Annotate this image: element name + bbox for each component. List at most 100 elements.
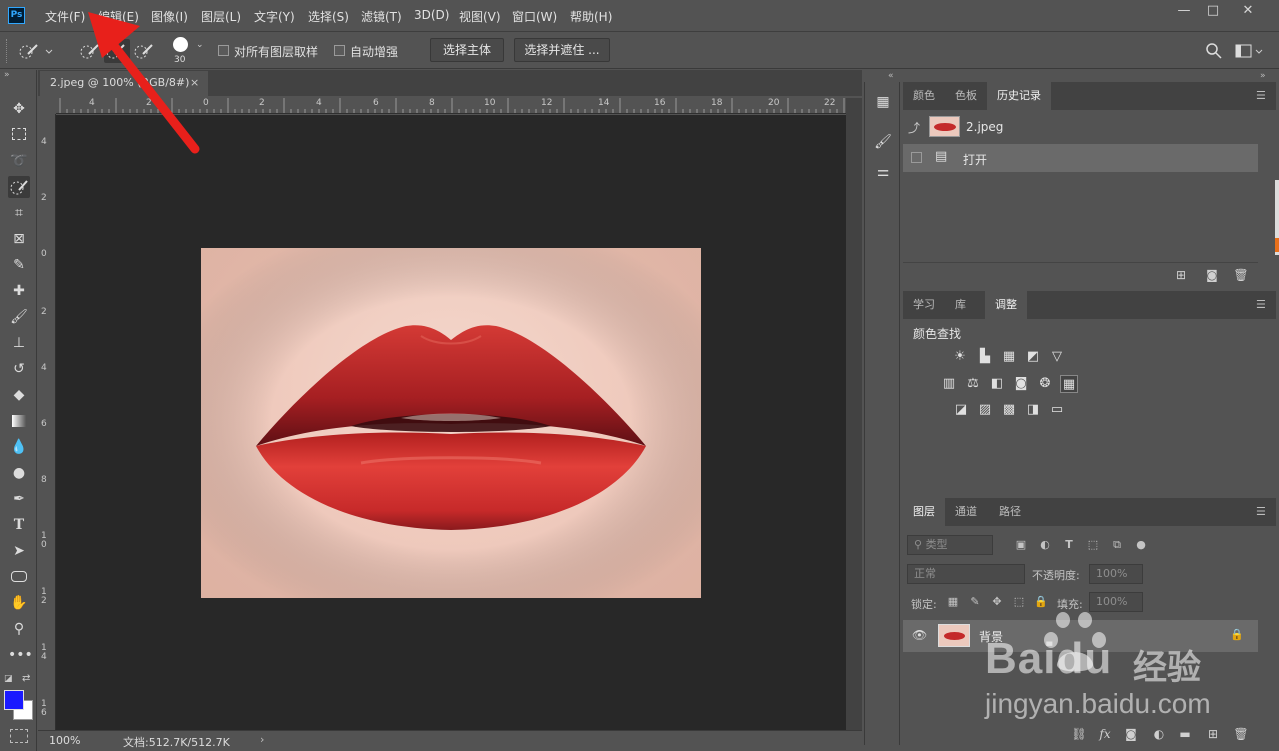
fill-input[interactable]: 100% <box>1089 592 1143 612</box>
select-subject-button[interactable]: 选择主体 <box>430 38 504 62</box>
new-adjustment-layer-icon[interactable]: ◐ <box>1151 726 1167 742</box>
gradient-tool-icon[interactable] <box>8 410 30 432</box>
move-tool-icon[interactable]: ✥ <box>8 98 30 120</box>
tab-paths[interactable]: 路径 <box>989 498 1031 526</box>
adjustment-sliders-panel-icon[interactable]: ⚌ <box>874 164 892 182</box>
invert-icon[interactable]: ◪ <box>952 401 970 419</box>
history-snapshot-row[interactable]: ⤴ 2.jpeg <box>903 113 1258 141</box>
lock-image-pixels-icon[interactable]: ✎ <box>967 594 983 610</box>
pen-tool-icon[interactable]: ✒ <box>8 488 30 510</box>
new-group-icon[interactable]: ▬ <box>1177 726 1193 742</box>
history-brush-tool-icon[interactable]: ↺ <box>8 358 30 380</box>
workspace-switcher-icon[interactable] <box>1235 42 1265 60</box>
hand-tool-icon[interactable]: ✋ <box>8 592 30 614</box>
layer-name[interactable]: 背景 <box>979 628 1003 645</box>
rectangle-tool-icon[interactable] <box>8 566 30 588</box>
menu-type[interactable]: 文字(Y) <box>254 8 295 25</box>
black-white-icon[interactable]: ◧ <box>988 375 1006 393</box>
foreground-color-swatch[interactable] <box>4 690 24 710</box>
opacity-input[interactable]: 100% <box>1089 564 1143 584</box>
search-icon[interactable] <box>1205 42 1223 60</box>
menu-3d[interactable]: 3D(D) <box>414 8 449 22</box>
channel-mixer-icon[interactable]: ❂ <box>1036 375 1054 393</box>
tab-adjustments[interactable]: 调整 <box>985 291 1027 319</box>
add-mask-icon[interactable]: ◙ <box>1123 726 1139 742</box>
blur-tool-icon[interactable]: 💧 <box>8 436 30 458</box>
eye-visibility-icon[interactable]: 👁 <box>912 628 927 642</box>
threshold-icon[interactable]: ▩ <box>1000 401 1018 419</box>
camera-icon[interactable]: ◙ <box>1204 267 1220 283</box>
marquee-tool-icon[interactable] <box>8 124 30 146</box>
tab-channels[interactable]: 通道 <box>945 498 987 526</box>
healing-brush-tool-icon[interactable]: ✚ <box>8 280 30 302</box>
zoom-tool-icon[interactable]: ⚲ <box>8 618 30 640</box>
minimize-button[interactable]: — <box>1168 2 1200 22</box>
menu-select[interactable]: 选择(S) <box>308 8 349 25</box>
path-selection-tool-icon[interactable]: ➤ <box>8 540 30 562</box>
sample-all-layers-checkbox[interactable] <box>218 45 229 56</box>
swap-colors-icon[interactable]: ⇄ <box>22 673 30 684</box>
exposure-icon[interactable]: ◩ <box>1024 348 1042 366</box>
document-image-lips[interactable] <box>201 248 701 598</box>
quick-mask-icon[interactable] <box>10 729 28 743</box>
history-brush-source-icon[interactable]: ⤴ <box>908 119 920 136</box>
auto-enhance-checkbox[interactable] <box>334 45 345 56</box>
tab-learn[interactable]: 学习 <box>903 291 945 319</box>
dodge-tool-icon[interactable]: ● <box>8 462 30 484</box>
pixel-layer-filter-icon[interactable]: ▣ <box>1013 537 1029 553</box>
lasso-tool-icon[interactable]: ➰ <box>8 150 30 172</box>
hue-saturation-icon[interactable]: ▥ <box>940 375 958 393</box>
layer-filter-dropdown[interactable]: ⚲ 类型 <box>907 535 993 555</box>
brushes-panel-icon[interactable]: 🖌 <box>874 134 892 152</box>
ruler-origin[interactable] <box>38 98 56 114</box>
tab-color[interactable]: 颜色 <box>903 82 945 110</box>
menu-help[interactable]: 帮助(H) <box>570 8 612 25</box>
vertical-scrollbar[interactable] <box>846 98 862 730</box>
tool-preset-picker[interactable] <box>18 42 54 60</box>
eyedropper-tool-icon[interactable]: ✎ <box>8 254 30 276</box>
frame-tool-icon[interactable]: ⊠ <box>8 228 30 250</box>
document-size-info[interactable]: 文档:512.7K/512.7K <box>123 734 230 750</box>
posterize-icon[interactable]: ▨ <box>976 401 994 419</box>
lock-position-icon[interactable]: ✥ <box>989 594 1005 610</box>
panel-menu-icon[interactable]: ☰ <box>1256 505 1268 518</box>
history-state-row[interactable]: ▤ 打开 <box>903 144 1258 172</box>
crop-tool-icon[interactable]: ⌗ <box>8 202 30 224</box>
color-lookup-icon[interactable]: ▦ <box>1060 375 1078 393</box>
delete-layer-icon[interactable]: 🗑 <box>1233 726 1249 742</box>
quick-selection-tool-icon[interactable] <box>8 176 30 198</box>
photo-filter-icon[interactable]: ◙ <box>1012 375 1030 393</box>
curves-icon[interactable]: ▦ <box>1000 348 1018 366</box>
lock-all-icon[interactable]: 🔒 <box>1033 594 1049 610</box>
shape-layer-filter-icon[interactable]: ⬚ <box>1085 537 1101 553</box>
collapse-toolbox-icon[interactable]: » <box>4 70 10 80</box>
collapse-panels-icon[interactable]: » <box>1260 71 1266 81</box>
selective-color-icon[interactable]: ◨ <box>1024 401 1042 419</box>
lock-transparent-pixels-icon[interactable]: ▦ <box>945 594 961 610</box>
smart-object-filter-icon[interactable]: ⧉ <box>1109 537 1125 553</box>
menu-view[interactable]: 视图(V) <box>459 8 501 25</box>
layer-style-icon[interactable]: fx <box>1097 726 1113 742</box>
lock-artboard-icon[interactable]: ⬚ <box>1011 594 1027 610</box>
link-layers-icon[interactable]: ⛓ <box>1071 726 1087 742</box>
clone-stamp-tool-icon[interactable]: ⊥ <box>8 332 30 354</box>
new-layer-icon[interactable]: ⊞ <box>1205 726 1221 742</box>
brightness-contrast-icon[interactable]: ☀ <box>951 348 969 366</box>
menu-window[interactable]: 窗口(W) <box>512 8 557 25</box>
panel-menu-icon[interactable]: ☰ <box>1256 89 1268 102</box>
collapse-iconic-panels-icon[interactable]: « <box>888 71 894 81</box>
select-and-mask-button[interactable]: 选择并遮住 ... <box>514 38 610 62</box>
new-document-from-state-icon[interactable]: ⊞ <box>1173 267 1189 283</box>
tab-history[interactable]: 历史记录 <box>987 82 1051 110</box>
tab-layers[interactable]: 图层 <box>903 498 945 526</box>
menu-filter[interactable]: 滤镜(T) <box>361 8 402 25</box>
gradient-map-icon[interactable]: ▭ <box>1048 401 1066 419</box>
panel-menu-icon[interactable]: ☰ <box>1256 298 1268 311</box>
close-window-button[interactable]: ✕ <box>1232 2 1264 22</box>
eraser-tool-icon[interactable]: ◆ <box>8 384 30 406</box>
lock-icon[interactable]: 🔒 <box>1230 628 1244 641</box>
maximize-button[interactable]: □ <box>1197 2 1229 22</box>
filter-toggle-icon[interactable]: ● <box>1133 537 1149 553</box>
tab-swatches[interactable]: 色板 <box>945 82 987 110</box>
type-layer-filter-icon[interactable]: T <box>1061 537 1077 553</box>
